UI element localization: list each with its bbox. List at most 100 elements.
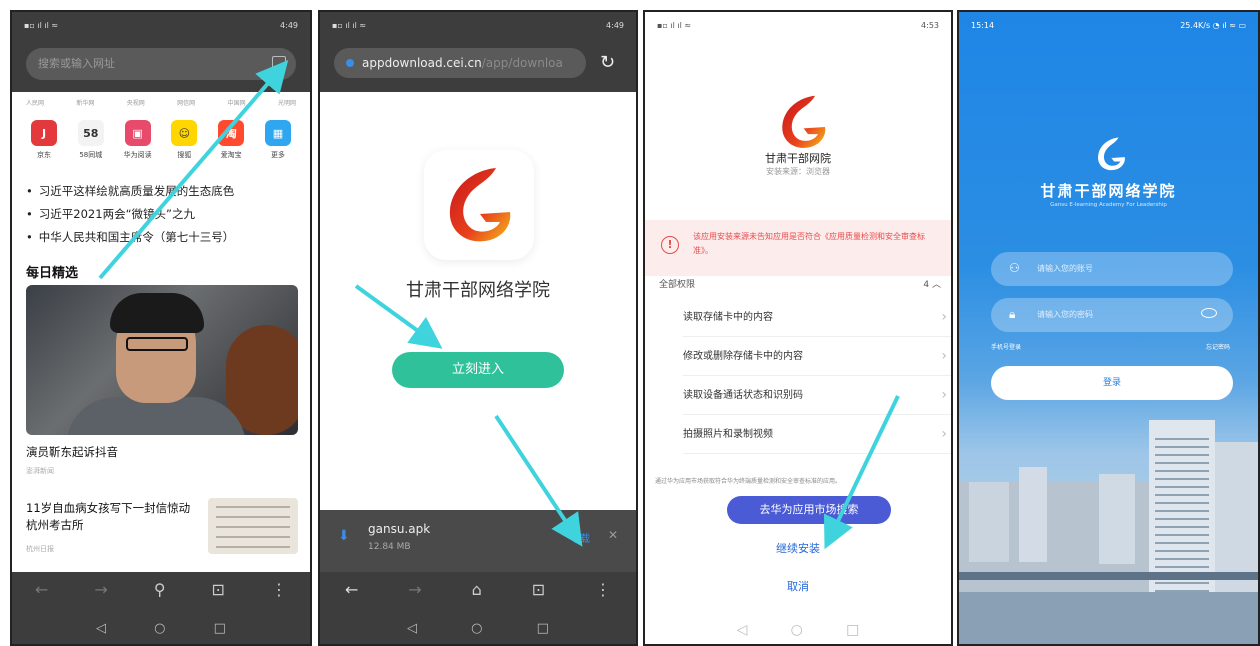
warning-text: 该应用安装来源未告知应用是否符合《应用质量检测和安全审查标准》。 bbox=[693, 232, 925, 255]
search-placeholder: 搜索或输入网址 bbox=[38, 57, 115, 70]
back-icon[interactable]: ← bbox=[345, 580, 358, 599]
account-placeholder: 请输入您的账号 bbox=[1037, 264, 1093, 273]
home-icon[interactable]: ⌂ bbox=[472, 580, 482, 599]
story-source: 澎湃新闻 bbox=[26, 467, 54, 475]
enter-now-button[interactable]: 立刻进入 bbox=[392, 352, 564, 388]
system-recent-icon[interactable]: □ bbox=[846, 622, 859, 638]
academy-logo-icon bbox=[1098, 137, 1125, 171]
search-app-store-button[interactable]: 去华为应用市场搜索 bbox=[727, 496, 891, 524]
login-title: 甘肃干部网络学院 bbox=[1040, 182, 1177, 200]
story-title[interactable]: 演员靳东起诉抖音 bbox=[26, 444, 118, 460]
site-link[interactable]: 中国网 bbox=[228, 98, 246, 107]
system-home-icon[interactable]: ○ bbox=[154, 621, 165, 636]
permission-item[interactable]: 修改或删除存储卡中的内容 bbox=[683, 337, 951, 376]
cancel-button[interactable]: 取消 bbox=[645, 578, 951, 594]
scan-icon[interactable] bbox=[272, 56, 286, 70]
site-link[interactable]: 光明网 bbox=[278, 98, 296, 107]
app-shortcuts: J 京东 58 58同城 ▣ 华为阅读 ☺ 搜狐 淘爱淘宝 ▦ 更多 bbox=[26, 120, 296, 160]
app-shortcut[interactable]: J 京东 bbox=[26, 120, 62, 160]
search-input[interactable]: 搜索或输入网址 bbox=[26, 48, 296, 80]
app-shortcut[interactable]: ▦ 更多 bbox=[260, 120, 296, 160]
system-home-icon[interactable]: ○ bbox=[471, 621, 482, 636]
app-label: 58同城 bbox=[79, 151, 103, 159]
password-field[interactable]: 🔒︎ 请输入您的密码 bbox=[991, 298, 1233, 332]
user-icon: ⚇ bbox=[1009, 261, 1020, 275]
site-links: 人民网 新华网 央视网 网信网 中国网 光明网 bbox=[26, 98, 296, 107]
eye-icon[interactable] bbox=[1201, 308, 1217, 318]
phone-browser-home: ▪▫ ıl ıl ≈ 4:49 搜索或输入网址 人民网 新华网 央视网 网信网 … bbox=[10, 10, 312, 646]
menu-icon[interactable]: ⋮ bbox=[271, 580, 287, 599]
flame-logo-icon bbox=[782, 95, 826, 148]
system-home-icon[interactable]: ○ bbox=[791, 622, 803, 638]
menu-icon[interactable]: ⋮ bbox=[595, 580, 611, 599]
app-shortcut[interactable]: 淘爱淘宝 bbox=[213, 120, 249, 160]
signal-icons: ▪▫ ıl ıl ≈ bbox=[332, 20, 367, 30]
system-recent-icon[interactable]: □ bbox=[537, 621, 549, 636]
url-bar[interactable]: appdownload.cei.cn/app/downloa bbox=[334, 48, 586, 78]
system-nav-bar: ◁ ○ □ bbox=[645, 622, 951, 638]
58-icon: 58 bbox=[77, 120, 104, 146]
status-time: 15:14 bbox=[971, 20, 995, 30]
site-link[interactable]: 人民网 bbox=[26, 98, 44, 107]
url-host: appdownload.cei.cn bbox=[362, 56, 482, 70]
story-title[interactable]: 11岁自血病女孩写下一封信惊动杭州考古所 bbox=[26, 500, 196, 534]
app-shortcut[interactable]: ☺ 搜狐 bbox=[166, 120, 202, 160]
app-shortcut[interactable]: 58 58同城 bbox=[73, 120, 109, 160]
app-label: 更多 bbox=[270, 151, 285, 159]
site-link[interactable]: 网信网 bbox=[177, 98, 195, 107]
download-bar: ⬇ gansu.apk 12.84 MB 下载 ✕ bbox=[320, 510, 636, 572]
forgot-password-link[interactable]: 忘记密码 bbox=[1206, 342, 1230, 351]
phone-download-page: ▪▫ ıl ıl ≈ 4:49 appdownload.cei.cn/app/d… bbox=[318, 10, 638, 646]
tabs-icon[interactable]: ⊡ bbox=[212, 580, 225, 599]
account-field[interactable]: ⚇ 请输入您的账号 bbox=[991, 252, 1233, 286]
url-path: /app/downloa bbox=[481, 56, 563, 70]
news-item[interactable]: 习近平2021两会“微镜头”之九 bbox=[26, 203, 300, 226]
system-recent-icon[interactable]: □ bbox=[214, 621, 226, 636]
signal-icons: ▪▫ ıl ıl ≈ bbox=[657, 20, 692, 30]
permissions-header[interactable]: 全部权限 4 ︿ bbox=[659, 270, 941, 296]
tabs-icon[interactable]: ⊡ bbox=[532, 580, 545, 599]
news-item[interactable]: 习近平这样绘就高质量发展的生态底色 bbox=[26, 180, 300, 203]
sms-login-link[interactable]: 手机号登录 bbox=[991, 342, 1021, 351]
site-link[interactable]: 新华网 bbox=[76, 98, 94, 107]
status-bar: ▪▫ ıl ıl ≈ 4:53 bbox=[645, 12, 951, 38]
news-item[interactable]: 中华人民共和国主席令（第七十三号） bbox=[26, 226, 300, 249]
warning-banner: ! 该应用安装来源未告知应用是否符合《应用质量检测和安全审查标准》。 bbox=[645, 220, 951, 276]
refresh-icon[interactable]: ↻ bbox=[600, 52, 615, 73]
site-link[interactable]: 央视网 bbox=[127, 98, 145, 107]
status-bar: 15:14 25.4K/s ◔ ıl ≈ ▭ bbox=[959, 12, 1258, 38]
system-back-icon[interactable]: ◁ bbox=[96, 621, 106, 636]
forward-icon[interactable]: → bbox=[94, 580, 107, 599]
download-icon: ⬇ bbox=[338, 528, 350, 544]
permission-item[interactable]: 拍摄照片和录制视频 bbox=[683, 415, 951, 454]
search-icon[interactable]: ⚲ bbox=[154, 580, 166, 599]
news-photo[interactable] bbox=[26, 285, 298, 435]
status-time: 4:53 bbox=[921, 20, 939, 30]
back-icon[interactable]: ← bbox=[35, 580, 48, 599]
app-shortcut[interactable]: ▣ 华为阅读 bbox=[120, 120, 156, 160]
browser-top-bar: ▪▫ ıl ıl ≈ 4:49 搜索或输入网址 bbox=[12, 12, 310, 92]
more-apps-icon: ▦ bbox=[264, 120, 291, 146]
download-button[interactable]: 下载 bbox=[570, 530, 590, 545]
login-button[interactable]: 登录 bbox=[991, 366, 1233, 400]
story-thumbnail[interactable] bbox=[208, 498, 298, 554]
status-bar: ▪▫ ıl ıl ≈ 4:49 bbox=[12, 12, 310, 38]
continue-install-button[interactable]: 继续安装 bbox=[645, 540, 951, 556]
permission-item[interactable]: 读取存储卡中的内容 bbox=[683, 298, 951, 337]
system-back-icon[interactable]: ◁ bbox=[737, 622, 748, 638]
permission-item[interactable]: 读取设备通话状态和识别码 bbox=[683, 376, 951, 415]
app-name: 甘肃干部网络学院 bbox=[406, 280, 550, 301]
lock-icon: 🔒︎ bbox=[1009, 307, 1016, 321]
permissions-count: 4 ︿ bbox=[923, 279, 941, 290]
login-subtitle: Gansu E-learning Academy For Leadership bbox=[1050, 202, 1167, 208]
forward-icon[interactable]: → bbox=[408, 580, 421, 599]
jd-icon: J bbox=[31, 120, 57, 146]
app-logo bbox=[424, 150, 534, 260]
password-placeholder: 请输入您的密码 bbox=[1037, 310, 1093, 319]
news-list: 习近平这样绘就高质量发展的生态底色 习近平2021两会“微镜头”之九 中华人民共… bbox=[26, 180, 300, 249]
close-icon[interactable]: ✕ bbox=[608, 528, 618, 542]
browser-top-bar: ▪▫ ıl ıl ≈ 4:49 appdownload.cei.cn/app/d… bbox=[320, 12, 636, 92]
system-back-icon[interactable]: ◁ bbox=[407, 621, 417, 636]
browser-nav-bar: ← → ⌂ ⊡ ⋮ ◁ ○ □ bbox=[320, 572, 636, 644]
permissions-list: 读取存储卡中的内容 修改或删除存储卡中的内容 读取设备通话状态和识别码 拍摄照片… bbox=[645, 298, 951, 454]
